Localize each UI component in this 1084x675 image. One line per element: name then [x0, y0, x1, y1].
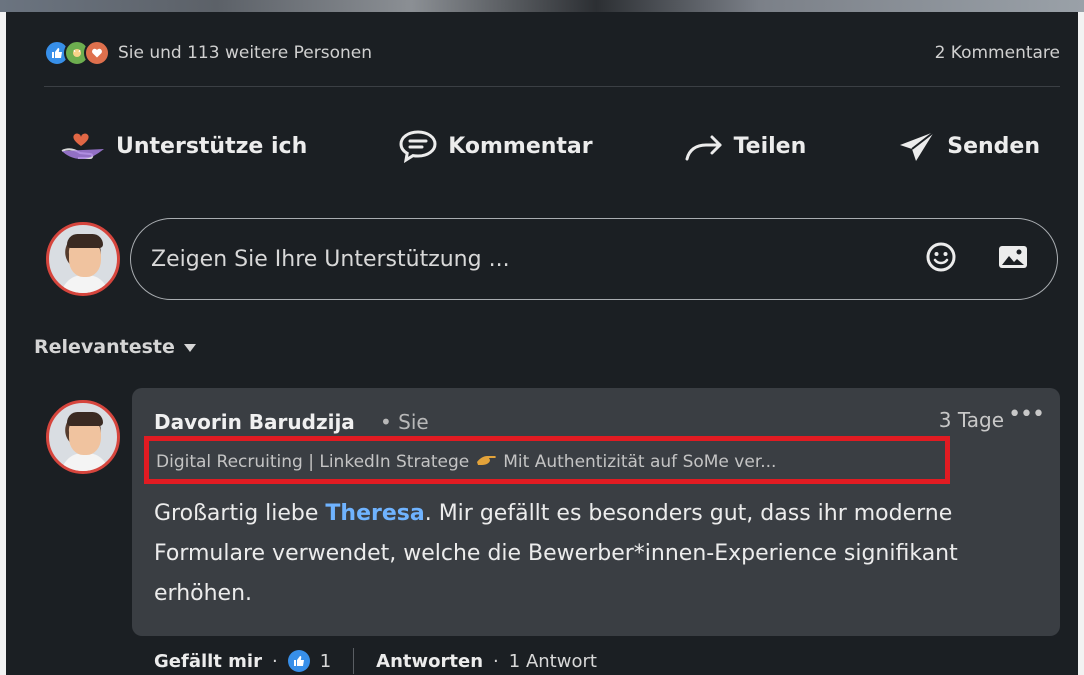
comment-like-button[interactable]: Gefällt mir [154, 651, 262, 672]
comment-reply-button[interactable]: Antworten [376, 651, 483, 672]
support-button[interactable]: Unterstütze ich [60, 129, 307, 163]
comment-card: Davorin Barudzija • Sie 3 Tage ••• Digit… [132, 388, 1060, 636]
sort-label: Relevanteste [34, 336, 175, 358]
comment-button[interactable]: Kommentar [398, 129, 593, 163]
window-edge-right [1078, 12, 1084, 675]
image-icon[interactable] [997, 243, 1029, 275]
separator-dot: · [271, 650, 278, 672]
comment-author-name[interactable]: Davorin Barudzija [154, 410, 355, 434]
comment-sort-dropdown[interactable]: Relevanteste [34, 336, 197, 358]
comment-label: Kommentar [448, 133, 593, 159]
comment-input[interactable] [149, 245, 925, 273]
comment-timestamp: 3 Tage [938, 408, 1004, 432]
share-label: Teilen [733, 133, 807, 159]
send-label: Senden [947, 133, 1040, 159]
comment-more-options-button[interactable]: ••• [1008, 402, 1045, 427]
pointing-hand-icon [475, 452, 497, 472]
send-paper-plane-icon [897, 129, 937, 163]
comment-author-avatar[interactable] [46, 400, 120, 474]
send-button[interactable]: Senden [897, 129, 1040, 163]
social-counts-row: Sie und 113 weitere Personen 2 Kommentar… [44, 36, 1060, 70]
divider [353, 648, 355, 674]
share-arrow-icon [684, 129, 724, 163]
comment-actions-row: Gefällt mir · 1 Antworten · 1 Antwort [154, 648, 597, 674]
mention-link[interactable]: Theresa [325, 501, 424, 526]
love-icon [84, 40, 110, 66]
comment-author-headline: Digital Recruiting | LinkedIn Stratege M… [156, 452, 777, 472]
share-button[interactable]: Teilen [684, 129, 807, 163]
comment-composer [130, 218, 1058, 300]
like-icon [287, 650, 310, 672]
divider [44, 86, 1060, 87]
current-user-avatar[interactable] [46, 222, 120, 296]
window-edge-left [0, 12, 6, 675]
replies-count-link[interactable]: 1 Antwort [509, 651, 597, 672]
comment-text: Großartig liebe Theresa. Mir gefällt es … [154, 501, 958, 606]
emoji-icon[interactable] [925, 241, 957, 277]
comment-author-relation: • Sie [380, 410, 429, 434]
comment-bubble-icon [398, 129, 438, 163]
reaction-icons [44, 40, 110, 66]
composer-icons [925, 241, 1029, 277]
comments-count-link[interactable]: 2 Kommentare [935, 43, 1060, 63]
post-image-bottom-edge [0, 0, 1084, 12]
reactions-count-text: Sie und 113 weitere Personen [118, 43, 373, 63]
support-hand-heart-icon [60, 129, 106, 163]
post-action-bar: Unterstütze ich Kommentar Teilen Senden [60, 120, 1040, 172]
reactions-summary[interactable]: Sie und 113 weitere Personen [44, 40, 372, 66]
support-label: Unterstütze ich [116, 133, 308, 159]
caret-down-icon [183, 336, 197, 358]
comment-like-count[interactable]: 1 [320, 651, 331, 672]
separator-dot: · [493, 650, 499, 672]
